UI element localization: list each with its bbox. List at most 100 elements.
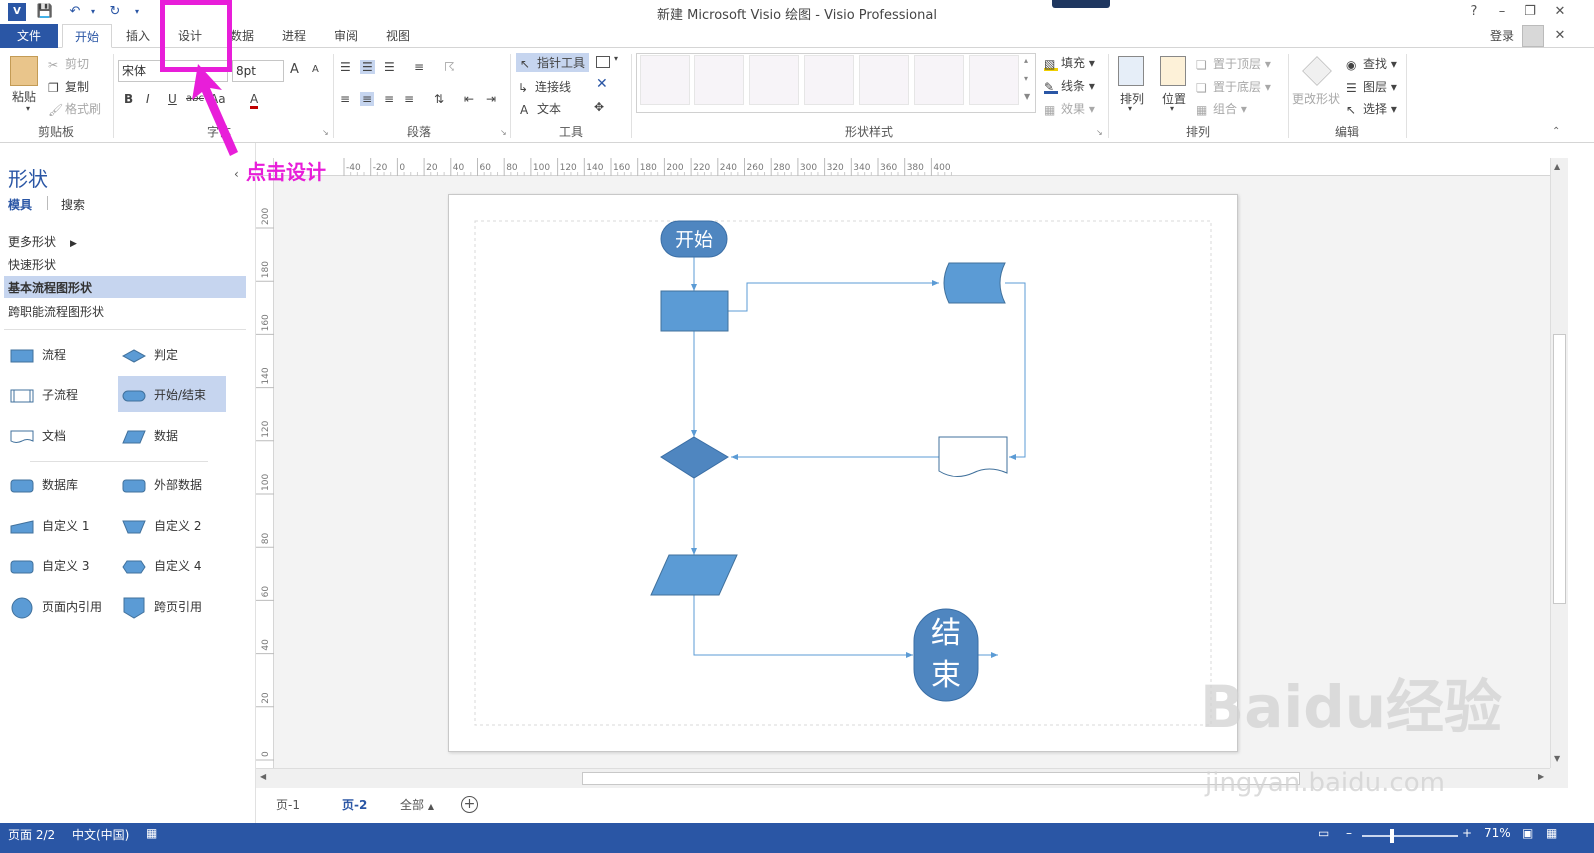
justify-icon[interactable]: ≡ [404,92,414,106]
zoom-slider-thumb[interactable] [1390,829,1394,843]
style-thumbnail[interactable] [640,55,690,105]
paste-dropdown-icon[interactable]: ▾ [26,104,30,113]
all-pages-button[interactable]: 全部 ▲ [400,796,434,813]
align-dropdown-icon[interactable]: ▾ [1128,104,1132,113]
login-link[interactable]: 登录 [1484,24,1520,48]
align-right-icon[interactable]: ≡ [384,92,394,106]
scroll-left-icon[interactable]: ◀ [260,772,266,781]
stencil-cross-functional[interactable]: 跨职能流程图形状 [8,303,104,320]
fit-page-icon[interactable]: ▣ [1522,826,1533,840]
find-button[interactable]: ◉ 查找 ▾ [1346,55,1397,72]
tab-home[interactable]: 开始 [62,24,112,48]
fill-button[interactable]: ▧ 填充 ▾ [1044,54,1095,71]
connector-process-data[interactable] [728,280,939,312]
gallery-down-icon[interactable]: ▾ [1024,74,1028,83]
change-shape-button[interactable]: 更改形状 [1292,90,1340,107]
group-button[interactable]: ▦ 组合 ▾ [1196,100,1247,117]
shape-styles-dialog-launcher-icon[interactable]: ↘ [1096,128,1103,137]
shape-subprocess[interactable]: 子流程 [10,380,78,410]
data-shape[interactable] [650,554,738,596]
paragraph-dialog-launcher-icon[interactable]: ↘ [500,128,507,137]
shape-external-data[interactable]: 外部数据 [122,470,202,500]
shape-data[interactable]: 数据 [122,421,178,451]
switch-windows-icon[interactable]: ▦ [1546,826,1557,840]
position-dropdown-icon[interactable]: ▾ [1170,104,1174,113]
macro-record-icon[interactable]: ▦ [146,826,157,840]
paste-icon[interactable] [10,56,38,86]
font-color-button[interactable]: A [250,92,259,109]
bullets-icon[interactable]: ≡ [414,60,424,74]
zoom-in-icon[interactable]: + [1462,826,1472,840]
tab-review[interactable]: 审阅 [324,24,368,48]
decrease-indent-icon[interactable]: ⇤ [464,92,474,106]
scroll-right-icon[interactable]: ▶ [1538,772,1544,781]
page-tab-1[interactable]: 页-1 [276,796,300,813]
connector-data-document[interactable] [1005,282,1026,460]
paste-button[interactable]: 粘贴 [12,88,36,105]
more-shapes-menu[interactable]: 更多形状 ▶ [8,233,77,250]
select-button[interactable]: ↖ 选择 ▾ [1346,100,1397,117]
shape-custom-2[interactable]: 自定义 2 [122,511,201,541]
align-bottom-icon[interactable]: ☰ [384,60,395,74]
underline-button[interactable]: U [168,92,177,106]
presentation-mode-icon[interactable]: ▭ [1318,826,1329,840]
connector-data-end[interactable] [693,595,913,658]
tab-view[interactable]: 视图 [376,24,420,48]
connection-point-icon[interactable]: ✥ [594,100,604,114]
shape-off-page-reference[interactable]: 跨页引用 [122,592,202,622]
send-to-back-button[interactable]: ❏ 置于底层 ▾ [1196,78,1271,95]
align-icon[interactable] [1118,56,1144,86]
vertical-scrollbar[interactable]: ▲ ▼ [1550,158,1568,768]
language-indicator[interactable]: 中文(中国) [72,826,129,843]
text-direction-icon[interactable]: ⇅ [434,92,444,106]
close-button[interactable]: ✕ [1548,2,1572,22]
grow-font-button[interactable]: A [290,62,299,77]
collapse-ribbon-icon[interactable]: ⌃ [1552,126,1560,137]
bold-button[interactable]: B [124,92,133,106]
tab-file[interactable]: 文件 [0,24,58,48]
restore-button[interactable]: ❐ [1518,2,1542,22]
position-icon[interactable] [1160,56,1186,86]
tab-process[interactable]: 进程 [272,24,316,48]
format-painter-button[interactable]: 🖌 格式刷 [48,100,101,117]
tab-insert[interactable]: 插入 [116,24,160,48]
zoom-level[interactable]: 71% [1484,826,1511,840]
tab-search[interactable]: 搜索 [61,196,85,213]
rectangle-tool-icon[interactable] [596,56,610,68]
minimize-button[interactable]: – [1490,2,1514,22]
gallery-more-icon[interactable]: ▼ [1024,92,1030,101]
line-button[interactable]: ✎ 线条 ▾ [1044,77,1095,94]
decision-shape[interactable] [660,436,729,479]
shape-on-page-reference[interactable]: 页面内引用 [10,592,102,622]
style-thumbnail[interactable] [859,55,909,105]
shape-decision[interactable]: 判定 [122,340,178,370]
cut-button[interactable]: ✂ 剪切 [48,55,89,72]
shape-database[interactable]: 数据库 [10,470,78,500]
style-thumbnail[interactable] [914,55,964,105]
style-thumbnail[interactable] [694,55,744,105]
shape-custom-1[interactable]: 自定义 1 [10,511,89,541]
shape-start-end[interactable]: 开始/结束 [122,380,206,410]
shrink-font-button[interactable]: A [312,64,319,75]
font-dialog-launcher-icon[interactable]: ↘ [322,128,329,137]
shape-document[interactable]: 文档 [10,421,66,451]
style-thumbnail[interactable] [969,55,1019,105]
align-left-icon[interactable]: ≡ [340,92,350,106]
increase-indent-icon[interactable]: ⇥ [486,92,496,106]
horizontal-scroll-thumb[interactable] [582,772,1300,785]
align-top-icon[interactable]: ☰ [340,60,351,74]
stored-data-shape[interactable] [943,262,1006,304]
pointer-tool-button[interactable]: ↖ 指针工具 [516,53,590,72]
rotate-text-icon[interactable]: ☈ [444,60,455,74]
scroll-up-icon[interactable]: ▲ [1554,162,1560,171]
style-thumbnail[interactable] [804,55,854,105]
shape-process[interactable]: 流程 [10,340,66,370]
collapse-pane-icon[interactable]: ‹ [234,167,239,181]
user-avatar[interactable] [1522,25,1544,47]
style-thumbnail[interactable] [749,55,799,105]
bring-to-front-button[interactable]: ❏ 置于顶层 ▾ [1196,55,1271,72]
gallery-up-icon[interactable]: ▴ [1024,56,1028,65]
align-middle-icon[interactable]: ☰ [360,60,375,74]
drawing-page[interactable]: 开始 结 束 [448,194,1238,752]
vertical-scroll-thumb[interactable] [1553,334,1566,604]
